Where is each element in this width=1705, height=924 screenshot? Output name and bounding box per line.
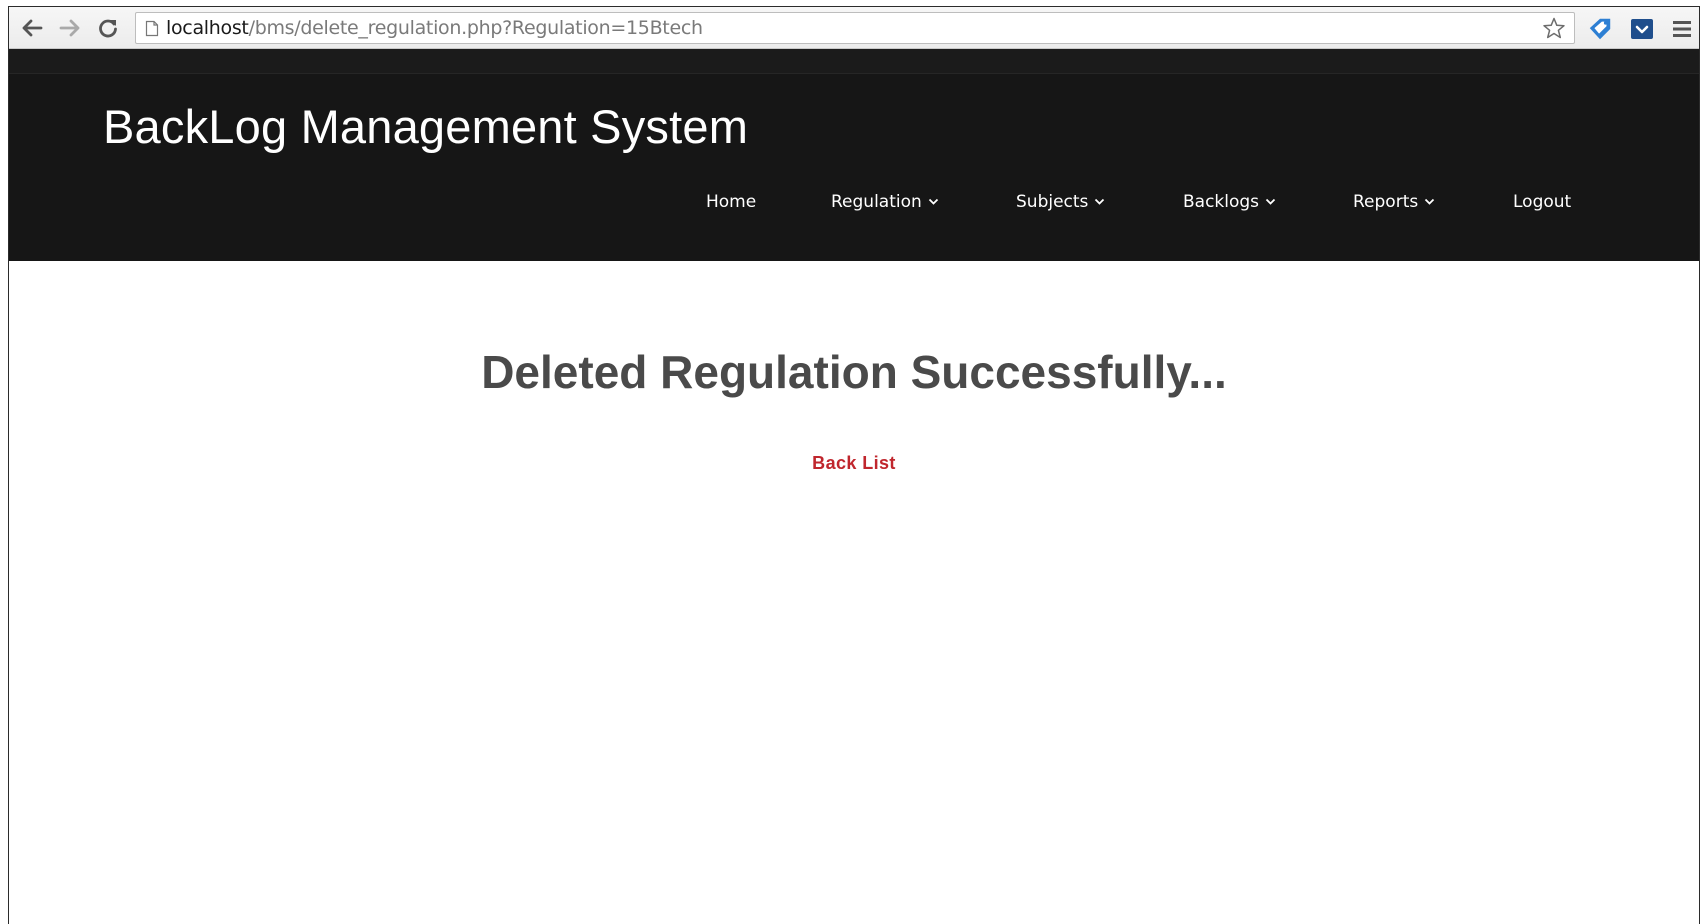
nav-item-regulation[interactable]: Regulation (831, 187, 939, 217)
nav-item-label: Logout (1513, 192, 1572, 212)
browser-toolbar: localhost/bms/delete_regulation.php?Regu… (9, 7, 1699, 49)
chevron-down-icon (1425, 198, 1435, 205)
nav-item-home[interactable]: Home (706, 187, 756, 217)
address-bar[interactable]: localhost/bms/delete_regulation.php?Regu… (135, 12, 1575, 44)
page-icon (145, 20, 159, 37)
site-title[interactable]: BackLog Management System (103, 99, 748, 154)
back-list-link-container: Back List (9, 453, 1699, 474)
forward-arrow-icon[interactable] (57, 15, 83, 41)
browser-window: localhost/bms/delete_regulation.php?Regu… (8, 6, 1700, 924)
nav-item-label: Subjects (1016, 192, 1089, 212)
back-arrow-icon[interactable] (19, 15, 45, 41)
back-list-link[interactable]: Back List (812, 453, 896, 473)
nav-item-backlogs[interactable]: Backlogs (1183, 187, 1276, 217)
url-text: localhost/bms/delete_regulation.php?Regu… (166, 13, 703, 43)
header-top-strip (9, 49, 1699, 74)
url-host: localhost (166, 17, 249, 39)
reload-icon[interactable] (95, 15, 121, 41)
nav-item-label: Backlogs (1183, 192, 1260, 212)
url-path: /bms/delete_regulation.php?Regulation=15… (248, 17, 703, 39)
pocket-extension-icon[interactable] (1629, 16, 1655, 42)
chevron-down-icon (1265, 198, 1276, 205)
tag-extension-icon[interactable] (1587, 16, 1613, 42)
chevron-down-icon (928, 198, 938, 205)
hamburger-menu-icon[interactable] (1669, 16, 1695, 42)
nav-item-subjects[interactable]: Subjects (1016, 187, 1105, 217)
nav-item-label: Home (706, 192, 757, 212)
success-message: Deleted Regulation Successfully... (481, 346, 1227, 398)
site-header: BackLog Management System Home Regulatio… (9, 49, 1699, 261)
nav-item-label: Regulation (831, 192, 922, 212)
star-icon[interactable] (1542, 17, 1566, 40)
chevron-down-icon (1095, 198, 1105, 205)
nav-item-reports[interactable]: Reports (1353, 187, 1435, 217)
main-content: Deleted Regulation Successfully... Back … (9, 261, 1699, 924)
main-nav: Home Regulation Subjects Backlogs Report… (9, 187, 1699, 217)
nav-item-label: Reports (1353, 192, 1419, 212)
nav-item-logout[interactable]: Logout (1513, 187, 1571, 217)
